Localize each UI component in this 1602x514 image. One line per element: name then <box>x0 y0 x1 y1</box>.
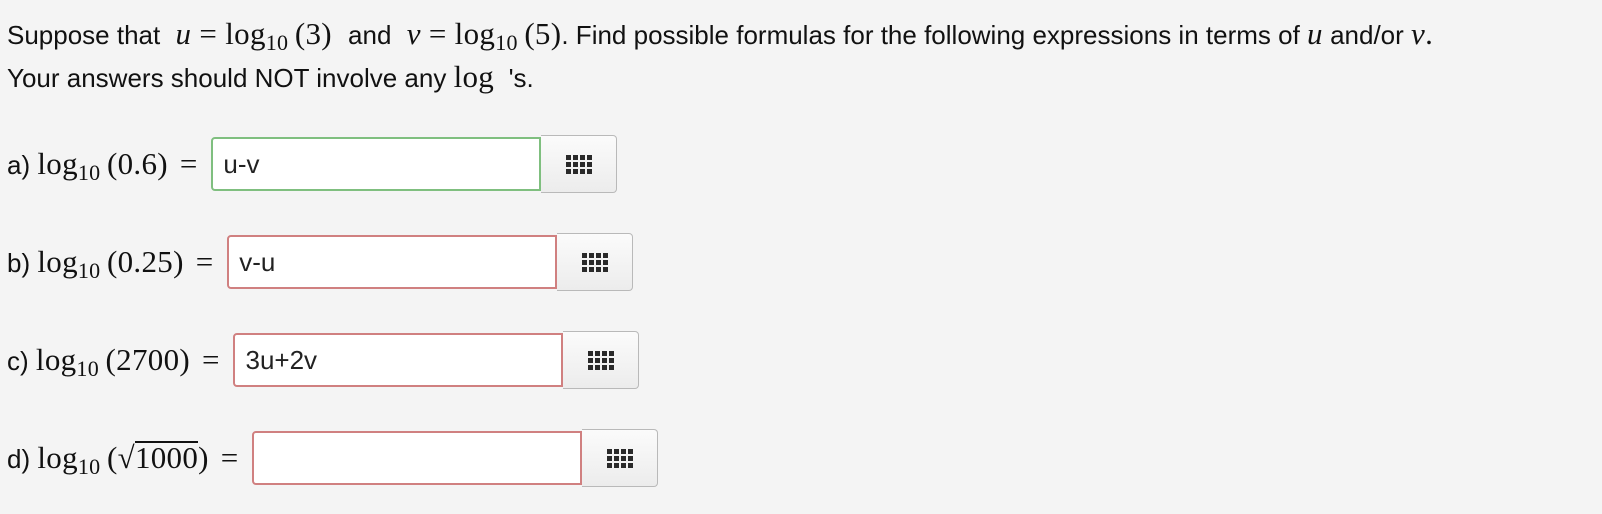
equation-palette-grid-icon <box>581 252 608 272</box>
question-b-expression: log10 (0.25) <box>37 244 184 283</box>
question-a-expression: log10 (0.6) <box>37 146 168 185</box>
math-log: log <box>453 59 495 94</box>
prompt-text-andor: and/or <box>1330 20 1404 50</box>
question-c-answer-group <box>233 331 640 389</box>
question-c-expression: log10 (2700) <box>35 342 190 381</box>
question-b-answer-group <box>227 233 634 291</box>
problem-line-2: Your answers should NOT involve any log … <box>7 57 1597 98</box>
math-v: v <box>1411 16 1426 51</box>
question-a: a) log10 (0.6) = <box>7 135 618 193</box>
problem-line-1: Suppose that u = log10 (3) and v = log10… <box>7 16 1434 55</box>
equation-palette-grid-icon <box>565 154 592 174</box>
question-a-label: a) log10 (0.6) = <box>7 146 198 185</box>
question-d-palette-button[interactable] <box>582 429 659 487</box>
math-u: u <box>1307 16 1323 51</box>
prompt-text-intro: Suppose that <box>7 20 161 50</box>
prompt-text-and: and <box>348 20 392 50</box>
question-b-palette-button[interactable] <box>557 233 634 291</box>
question-c-answer-input[interactable] <box>233 333 564 387</box>
question-c: c) log10 (2700) = <box>7 331 640 389</box>
prompt-text-s: 's. <box>508 63 534 93</box>
math-u-definition: u = log10 (3) <box>175 16 332 55</box>
question-b-answer-input[interactable] <box>227 235 558 289</box>
question-d: d) log10 (√1000) = <box>7 429 659 487</box>
question-b: b) log10 (0.25) = <box>7 233 634 291</box>
question-b-label: b) log10 (0.25) = <box>7 244 214 283</box>
equation-palette-grid-icon <box>587 350 614 370</box>
question-c-label: c) log10 (2700) = <box>7 342 220 381</box>
question-d-answer-input[interactable] <box>252 431 583 485</box>
question-d-expression: log10 (√1000) <box>37 440 209 479</box>
prompt-text-find: . Find possible formulas for the followi… <box>561 20 1300 50</box>
question-a-answer-group <box>211 135 618 193</box>
question-d-answer-group <box>252 429 659 487</box>
question-d-label: d) log10 (√1000) = <box>7 440 239 479</box>
equation-palette-grid-icon <box>606 448 633 468</box>
problem-statement: Suppose that u = log10 (3) and v = log10… <box>7 14 1597 98</box>
prompt-text-no-log: Your answers should NOT involve any <box>7 63 447 93</box>
question-c-palette-button[interactable] <box>563 331 640 389</box>
math-v-definition: v = log10 (5) <box>406 16 562 55</box>
question-a-palette-button[interactable] <box>541 135 618 193</box>
sqrt-symbol: √1000 <box>117 440 199 475</box>
question-a-answer-input[interactable] <box>211 137 542 191</box>
